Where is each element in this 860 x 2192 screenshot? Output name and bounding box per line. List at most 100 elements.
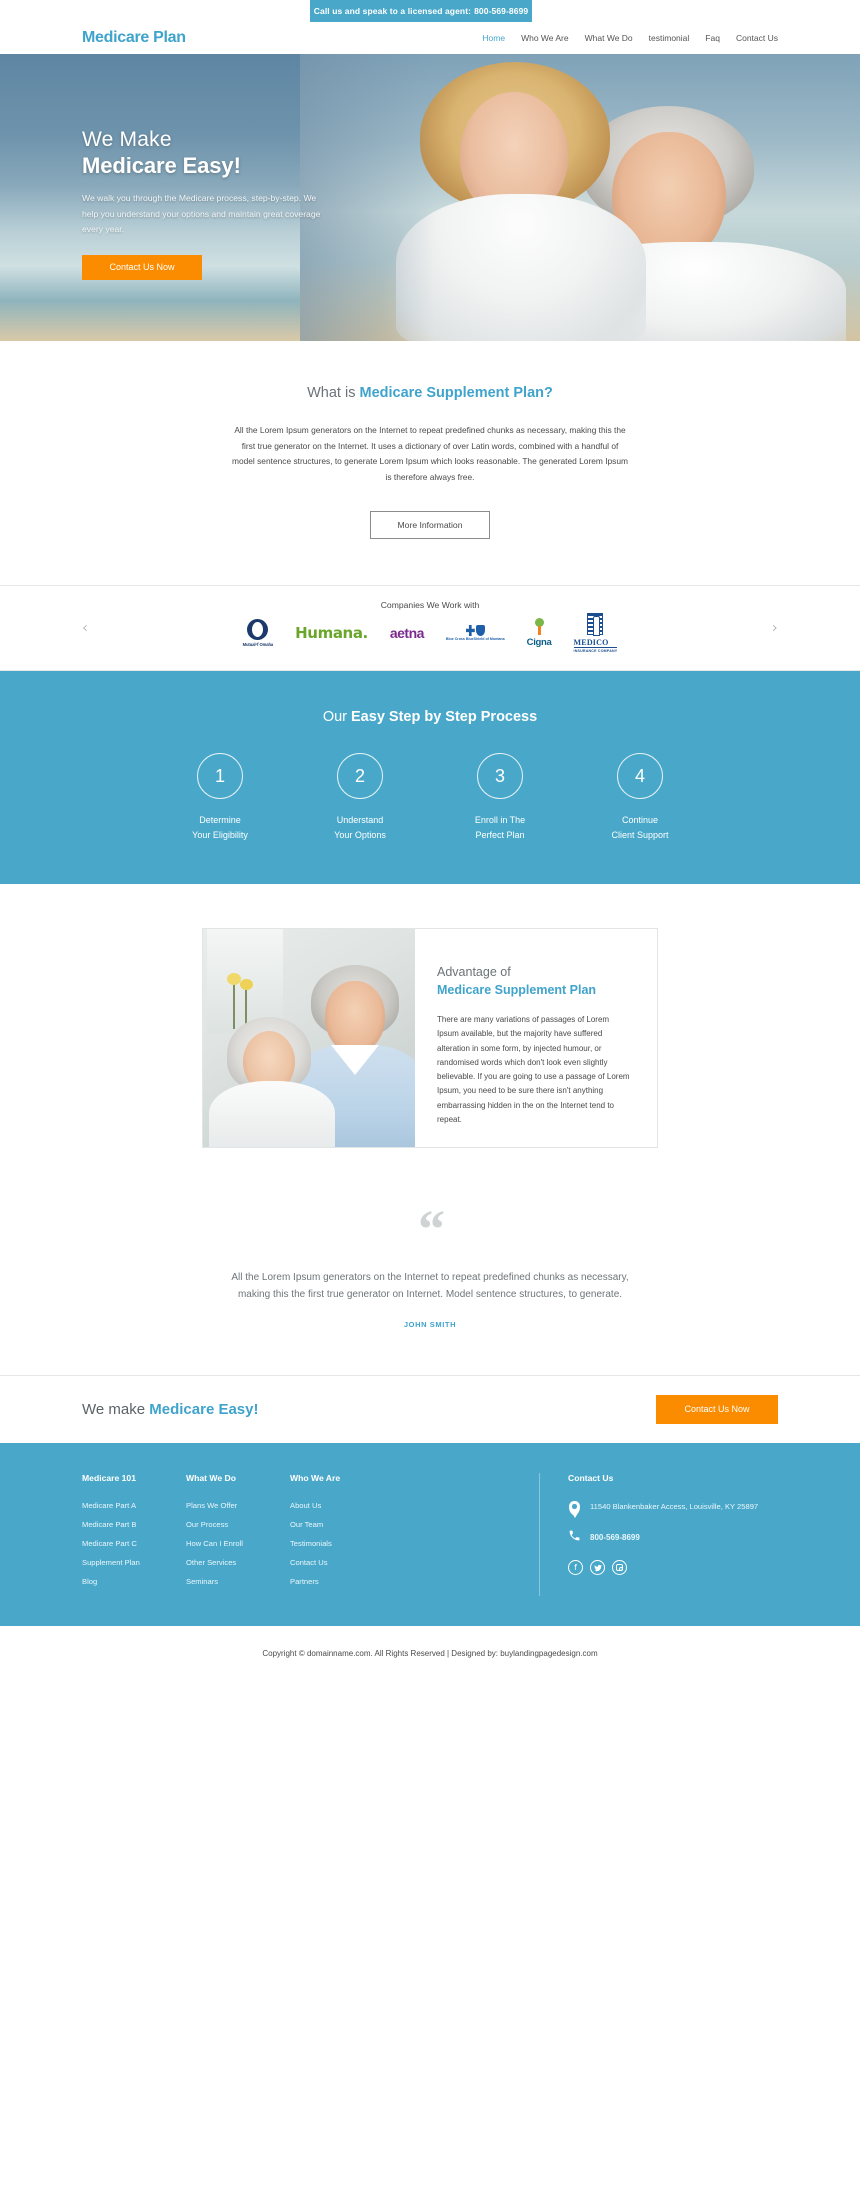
footer-address-line: 11540 Blankenbaker Access, Louisville, K… bbox=[568, 1500, 778, 1516]
partner-label-medico: MEDICO bbox=[573, 638, 609, 648]
instagram-icon[interactable] bbox=[612, 1560, 627, 1576]
footer-heading-what-we-do: What We Do bbox=[186, 1472, 236, 1483]
cta-contact-us-button[interactable]: Contact Us Now bbox=[656, 1394, 778, 1424]
call-agent-phone[interactable]: 800-569-8699 bbox=[474, 6, 528, 16]
footer-phone-line[interactable]: 800-569-8699 bbox=[568, 1529, 778, 1545]
footer-link-seminars[interactable]: Seminars bbox=[186, 1577, 290, 1586]
step-item-2: 2 Understand Your Options bbox=[290, 753, 430, 842]
footer-column-who-we-are: Who We Are About Us Our Team Testimonial… bbox=[290, 1473, 394, 1596]
step-label-2-line1: Understand bbox=[336, 815, 384, 826]
nav-item-what-we-do[interactable]: What We Do bbox=[585, 33, 633, 43]
footer-link-plans-we-offer[interactable]: Plans We Offer bbox=[186, 1501, 290, 1510]
step-number-3: 3 bbox=[477, 753, 523, 800]
step-label-3-line1: Enroll in The bbox=[474, 815, 526, 826]
nav-item-testimonial[interactable]: testimonial bbox=[649, 33, 690, 43]
landing-page: Call us and speak to a licensed agent: 8… bbox=[0, 0, 860, 1682]
footer-link-testimonials[interactable]: Testimonials bbox=[290, 1539, 394, 1548]
footer-link-partners[interactable]: Partners bbox=[290, 1577, 394, 1586]
hero-contact-us-button[interactable]: Contact Us Now bbox=[82, 254, 202, 280]
main-nav: Home Who We Are What We Do testimonial F… bbox=[482, 33, 778, 43]
site-footer: Medicare 101 Medicare Part A Medicare Pa… bbox=[0, 1442, 860, 1626]
location-pin-icon bbox=[568, 1500, 581, 1516]
carousel-next-icon[interactable]: › bbox=[772, 620, 778, 636]
nav-item-who-we-are[interactable]: Who We Are bbox=[521, 33, 569, 43]
cigna-tree-icon bbox=[534, 618, 545, 636]
step-label-1-line2: Your Eligibility bbox=[192, 829, 248, 840]
step-label-3-line2: Perfect Plan bbox=[475, 829, 525, 840]
step-label-4-line1: Continue bbox=[621, 815, 658, 826]
footer-link-medicare-part-c[interactable]: Medicare Part C bbox=[82, 1539, 186, 1548]
footer-link-our-team[interactable]: Our Team bbox=[290, 1520, 394, 1529]
footer-divider bbox=[539, 1472, 540, 1596]
footer-link-supplement-plan[interactable]: Supplement Plan bbox=[82, 1558, 186, 1567]
partner-label-cigna: Cigna bbox=[526, 637, 552, 649]
footer-phone-text[interactable]: 800-569-8699 bbox=[590, 1529, 640, 1545]
advantage-title-bold: Medicare Supplement Plan bbox=[437, 983, 597, 998]
twitter-icon[interactable] bbox=[590, 1560, 605, 1576]
cta-title: We make Medicare Easy! bbox=[82, 1401, 258, 1418]
step-number-1: 1 bbox=[197, 753, 243, 800]
facebook-icon[interactable]: f bbox=[568, 1560, 583, 1576]
step-label-4-line2: Client Support bbox=[611, 829, 669, 840]
partners-title: Companies We Work with bbox=[380, 600, 480, 611]
steps-title-bold: Easy Step by Step Process bbox=[351, 709, 538, 726]
step-label-4: Continue Client Support bbox=[611, 813, 668, 842]
footer-link-our-process[interactable]: Our Process bbox=[186, 1520, 290, 1529]
medico-mark-icon bbox=[587, 613, 604, 637]
partner-logo-aetna[interactable]: aetna bbox=[390, 625, 425, 641]
call-agent-banner[interactable]: Call us and speak to a licensed agent: 8… bbox=[310, 0, 532, 22]
partner-logo-blue-cross-blue-shield[interactable]: Blue Cross BlueShield of Montana bbox=[446, 624, 505, 641]
footer-link-how-can-i-enroll[interactable]: How Can I Enroll bbox=[186, 1539, 290, 1548]
partner-sublabel-medico: INSURANCE COMPANY bbox=[573, 647, 618, 654]
partner-logo-mutual-of-omaha[interactable]: Mutualᵒf Omaha bbox=[243, 619, 273, 647]
site-logo[interactable]: Medicare Plan bbox=[82, 29, 186, 47]
hero-section: We Make Medicare Easy! We walk you throu… bbox=[0, 54, 860, 341]
footer-link-columns: Medicare 101 Medicare Part A Medicare Pa… bbox=[82, 1473, 531, 1596]
step-label-2: Understand Your Options bbox=[334, 813, 386, 842]
what-is-body: All the Lorem Ipsum generators on the In… bbox=[231, 425, 628, 482]
step-number-4: 4 bbox=[617, 753, 663, 800]
more-information-button[interactable]: More Information bbox=[370, 511, 490, 540]
hero-headline-line2: Medicare Easy! bbox=[82, 152, 241, 178]
what-is-title-plain: What is bbox=[307, 385, 360, 401]
cta-section: We make Medicare Easy! Contact Us Now bbox=[0, 1374, 860, 1443]
steps-section: Our Easy Step by Step Process 1 Determin… bbox=[0, 671, 860, 884]
footer-link-about-us[interactable]: About Us bbox=[290, 1501, 394, 1510]
steps-row: 1 Determine Your Eligibility 2 Understand… bbox=[0, 753, 860, 842]
what-is-title-bold: Medicare Supplement Plan? bbox=[359, 385, 553, 401]
step-label-1: Determine Your Eligibility bbox=[192, 813, 248, 842]
what-is-title: What is Medicare Supplement Plan? bbox=[0, 385, 860, 401]
carousel-prev-icon[interactable]: ‹ bbox=[82, 620, 88, 636]
step-label-2-line2: Your Options bbox=[334, 829, 386, 840]
step-number-2: 2 bbox=[337, 753, 383, 800]
footer-link-contact-us[interactable]: Contact Us bbox=[290, 1558, 394, 1567]
partner-logo-humana[interactable]: Humana. bbox=[295, 624, 368, 642]
footer-link-medicare-part-a[interactable]: Medicare Part A bbox=[82, 1501, 186, 1510]
copyright-bar: Copyright © domainname.com. All Rights R… bbox=[0, 1625, 860, 1682]
cta-title-bold: Medicare Easy! bbox=[149, 1400, 259, 1418]
nav-item-faq[interactable]: Faq bbox=[705, 33, 720, 43]
step-item-1: 1 Determine Your Eligibility bbox=[150, 753, 290, 842]
nav-item-contact-us[interactable]: Contact Us bbox=[736, 33, 778, 43]
footer-social-links: f bbox=[568, 1560, 778, 1576]
site-header: Medicare Plan Home Who We Are What We Do… bbox=[0, 22, 860, 54]
advantage-title-plain: Advantage of bbox=[437, 964, 511, 979]
step-label-3: Enroll in The Perfect Plan bbox=[475, 813, 525, 842]
footer-link-blog[interactable]: Blog bbox=[82, 1577, 186, 1586]
footer-heading-medicare-101: Medicare 101 bbox=[82, 1472, 136, 1483]
step-item-3: 3 Enroll in The Perfect Plan bbox=[430, 753, 570, 842]
testimonial-author: JOHN SMITH bbox=[403, 1319, 457, 1329]
partner-logo-cigna[interactable]: Cigna bbox=[527, 618, 552, 648]
nav-item-home[interactable]: Home bbox=[482, 33, 505, 43]
footer-address-text: 11540 Blankenbaker Access, Louisville, K… bbox=[590, 1501, 759, 1511]
advantage-text: Advantage of Medicare Supplement Plan The… bbox=[415, 929, 657, 1147]
phone-icon bbox=[568, 1529, 581, 1544]
footer-link-other-services[interactable]: Other Services bbox=[186, 1558, 290, 1567]
top-bar: Call us and speak to a licensed agent: 8… bbox=[0, 0, 860, 22]
footer-column-what-we-do: What We Do Plans We Offer Our Process Ho… bbox=[186, 1473, 290, 1596]
partner-logo-medico[interactable]: MEDICO INSURANCE COMPANY bbox=[573, 613, 618, 654]
footer-heading-who-we-are: Who We Are bbox=[290, 1472, 341, 1483]
partners-section: Companies We Work with ‹ › Mutualᵒf Omah… bbox=[0, 585, 860, 672]
partners-logo-row: Mutualᵒf Omaha Humana. aetna Blue Cross … bbox=[0, 613, 860, 654]
footer-link-medicare-part-b[interactable]: Medicare Part B bbox=[82, 1520, 186, 1529]
